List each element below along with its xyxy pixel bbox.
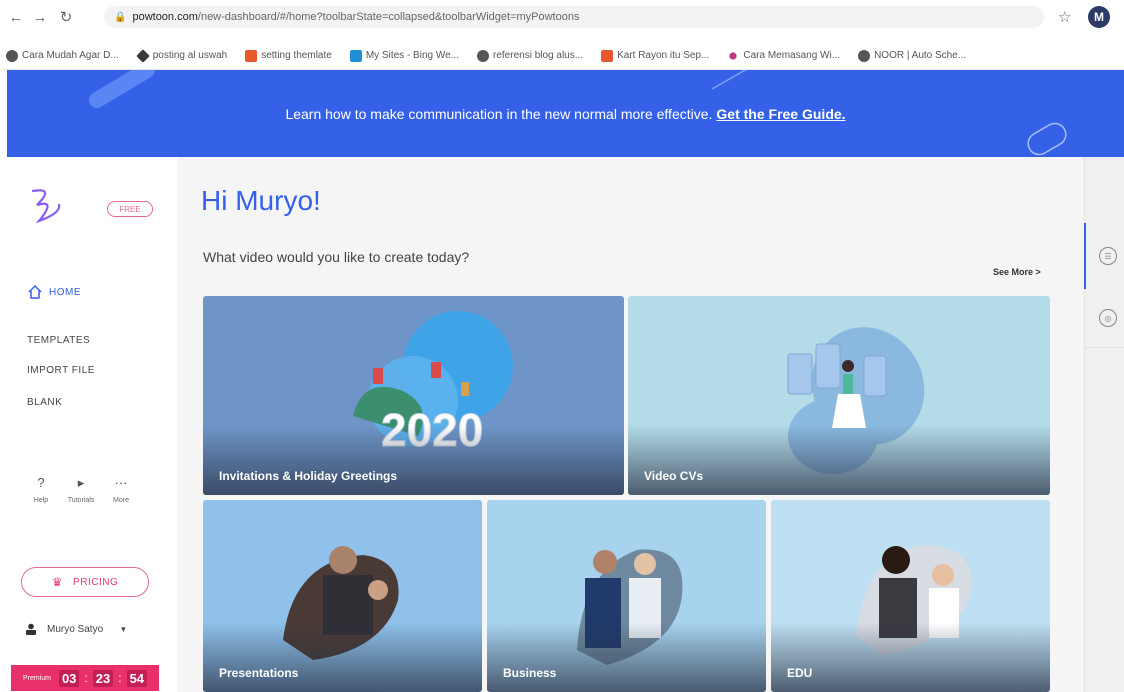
crown-icon: ♛ <box>51 575 64 589</box>
my-powtoons-icon[interactable]: ☰ <box>1099 247 1117 265</box>
tutorials-button[interactable]: ▸ Tutorials <box>63 475 99 504</box>
banner-text: Learn how to make communication in the n… <box>285 105 713 122</box>
more-icon: ··· <box>114 475 128 490</box>
card-label: Presentations <box>219 666 299 680</box>
active-indicator <box>1084 223 1086 289</box>
category-card-invitations[interactable]: 2020 Invitations & Holiday Greetings <box>203 296 624 495</box>
card-label: Invitations & Holiday Greetings <box>219 469 398 483</box>
bookmark-item[interactable]: NOOR | Auto Sche... <box>858 49 966 62</box>
browser-toolbar: ← → ↻ 🔒 powtoon.com/new-dashboard/#/home… <box>0 0 1124 42</box>
banner-link[interactable]: Get the Free Guide. <box>716 106 845 122</box>
bookmark-favicon-icon <box>135 48 150 63</box>
powtoon-logo-icon[interactable] <box>27 185 65 227</box>
address-bar[interactable]: 🔒 powtoon.com/new-dashboard/#/home?toolb… <box>104 6 1044 28</box>
main-content: Hi Muryo! What video would you like to c… <box>177 157 1084 692</box>
bookmark-item[interactable]: Kart Rayon itu Sep... <box>601 49 709 62</box>
bookmark-favicon-icon <box>729 51 737 60</box>
right-toolbar: ☰ ◎ <box>1084 157 1124 692</box>
sidebar-item-import-file[interactable]: IMPORT FILE <box>27 365 95 376</box>
user-icon <box>26 623 36 635</box>
back-icon[interactable]: ← <box>6 7 26 27</box>
timer-hours: 03 <box>58 669 80 687</box>
bookmark-item[interactable]: posting al uswah <box>135 48 227 63</box>
promo-banner: Learn how to make communication in the n… <box>7 70 1124 157</box>
banner-decoration-icon <box>1027 122 1067 156</box>
home-icon <box>28 284 42 299</box>
help-icon: ? <box>37 475 45 490</box>
page-title: Hi Muryo! <box>201 185 321 216</box>
category-card-video-cvs[interactable]: Video CVs <box>628 296 1050 495</box>
bookmark-item[interactable]: setting themlate <box>245 49 332 62</box>
page-subtitle: What video would you like to create toda… <box>203 249 470 265</box>
bookmark-item[interactable]: Cara Memasang Wi... <box>727 50 840 62</box>
banner-decoration-icon <box>711 70 747 90</box>
bookmark-item[interactable]: Cara Mudah Agar D... <box>6 49 119 62</box>
category-card-business[interactable]: Business <box>487 500 766 692</box>
card-label: EDU <box>787 666 813 680</box>
pricing-button[interactable]: ♛ PRICING <box>21 567 149 597</box>
category-card-edu[interactable]: EDU <box>771 500 1050 692</box>
bookmark-item[interactable]: referensi blog alus... <box>477 49 583 62</box>
utility-links: ? Help ▸ Tutorials ··· More <box>23 475 143 504</box>
bookmark-star-icon[interactable]: ☆ <box>1058 8 1071 26</box>
category-card-presentations[interactable]: Presentations <box>203 500 482 692</box>
reload-icon[interactable]: ↻ <box>56 7 76 27</box>
bookmark-favicon-icon <box>245 49 258 62</box>
chevron-down-icon: ▾ <box>121 623 126 634</box>
sidebar-item-blank[interactable]: BLANK <box>27 397 62 408</box>
see-more-link[interactable]: See More > <box>993 267 1041 277</box>
timer-seconds: 54 <box>126 669 148 687</box>
free-badge: FREE <box>107 201 153 217</box>
banner-decoration-icon <box>89 70 155 108</box>
user-menu[interactable]: Muryo Satyo ▾ <box>25 623 126 635</box>
bookmark-favicon-icon <box>349 49 362 62</box>
bookmark-favicon-icon <box>6 49 18 62</box>
widget-icon[interactable]: ◎ <box>1099 309 1117 327</box>
help-button[interactable]: ? Help <box>23 475 59 504</box>
bookmarks-bar: Cara Mudah Agar D... posting al uswah se… <box>0 42 1124 70</box>
bookmark-favicon-icon <box>858 49 871 62</box>
timer-minutes: 23 <box>92 669 114 687</box>
bookmark-item[interactable]: My Sites - Bing We... <box>349 49 459 62</box>
bookmark-favicon-icon <box>477 49 490 62</box>
sidebar: FREE HOME TEMPLATES IMPORT FILE BLANK ? … <box>7 157 177 692</box>
profile-avatar[interactable]: M <box>1088 6 1110 28</box>
sidebar-item-home[interactable]: HOME <box>27 284 81 300</box>
forward-icon[interactable]: → <box>30 7 50 27</box>
card-label: Business <box>503 666 557 680</box>
bookmark-favicon-icon <box>601 49 614 62</box>
url-text: powtoon.com/new-dashboard/#/home?toolbar… <box>132 11 580 23</box>
play-icon: ▸ <box>77 475 85 490</box>
sidebar-item-templates[interactable]: TEMPLATES <box>27 335 90 346</box>
more-button[interactable]: ··· More <box>103 475 139 504</box>
card-label: Video CVs <box>644 469 704 483</box>
premium-countdown[interactable]: Premium 03 : 23 : 54 <box>11 665 159 691</box>
lock-icon: 🔒 <box>114 11 127 23</box>
